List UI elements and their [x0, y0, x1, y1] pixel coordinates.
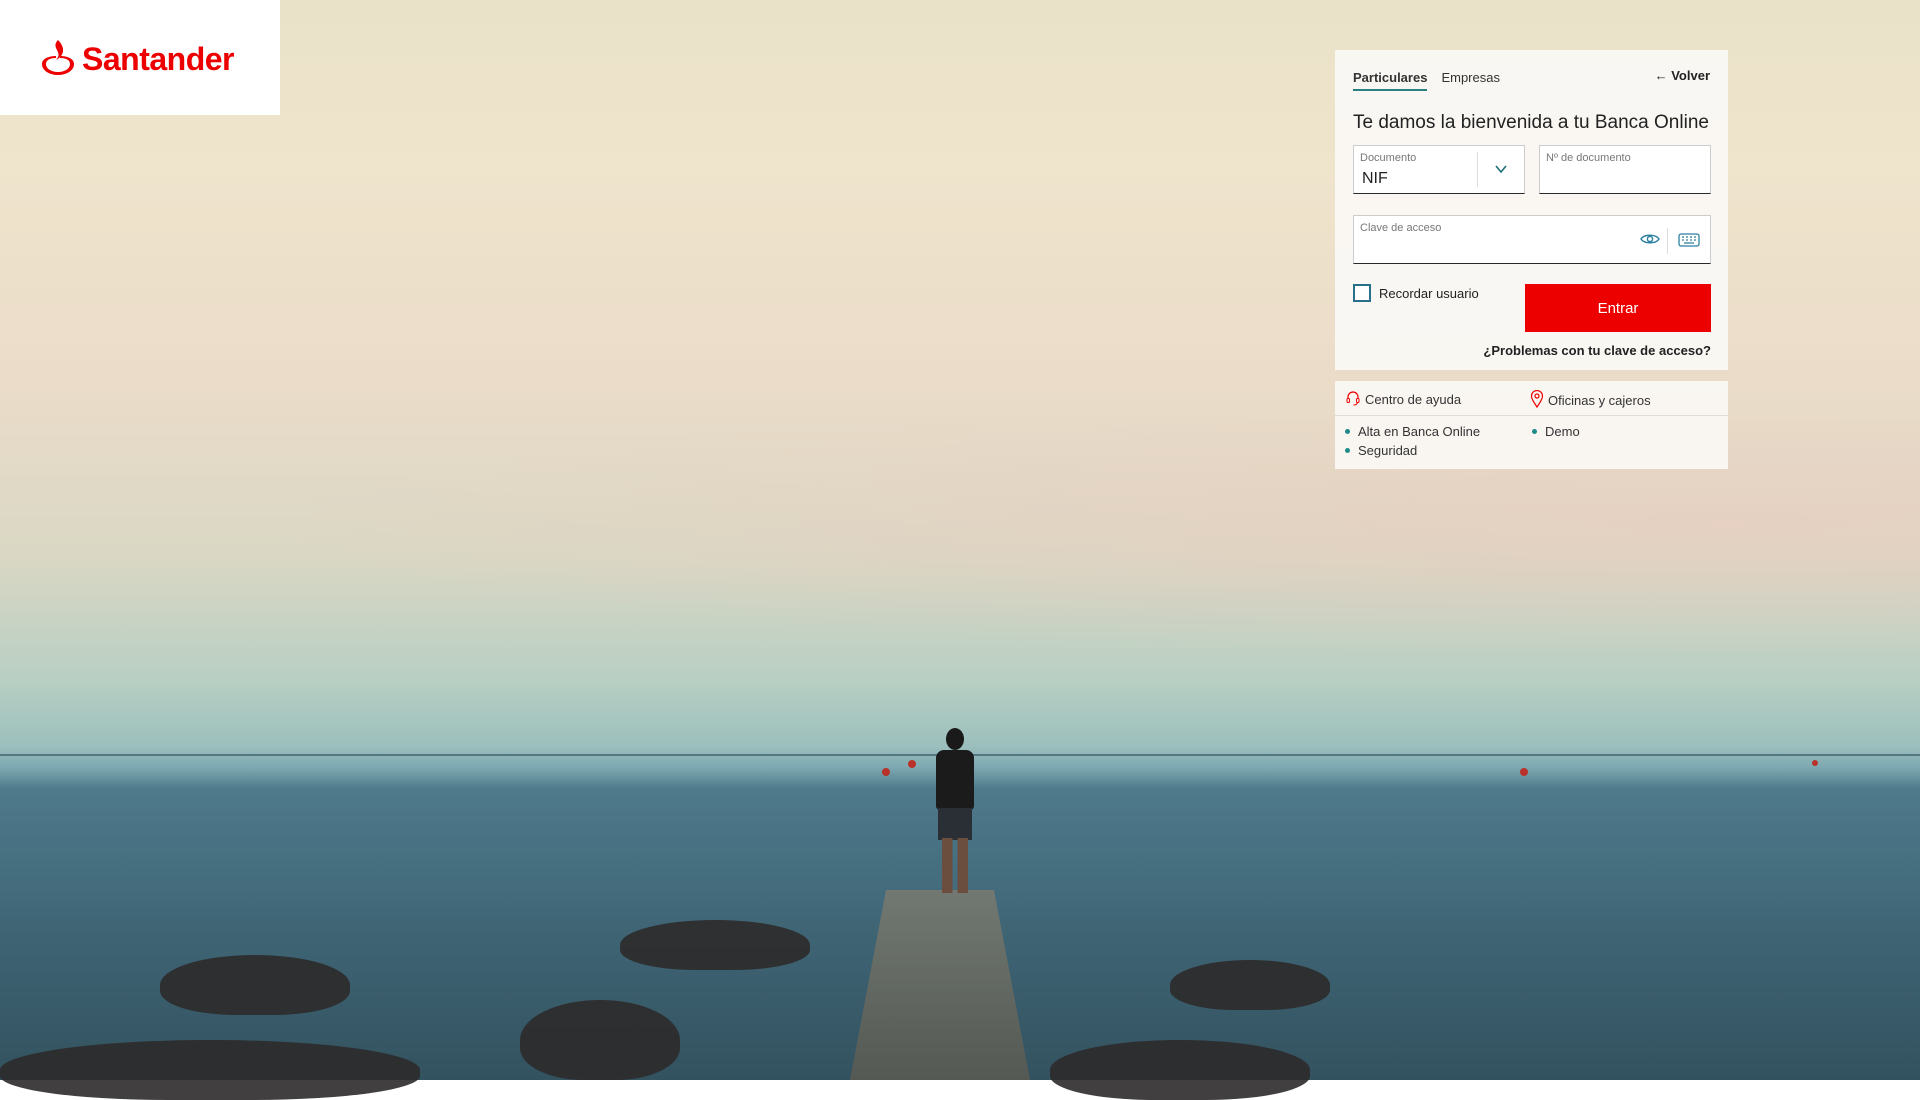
buoy	[1812, 760, 1818, 766]
rock	[620, 920, 810, 970]
signup-label: Alta en Banca Online	[1358, 424, 1481, 439]
password-field[interactable]: Clave de acceso	[1353, 215, 1711, 264]
rock	[520, 1000, 680, 1080]
signup-link[interactable]: Alta en Banca Online	[1345, 424, 1480, 439]
demo-label: Demo	[1545, 424, 1580, 439]
document-type-select[interactable]: Documento NIF	[1353, 145, 1525, 194]
back-link[interactable]: ← Volver	[1655, 68, 1710, 83]
document-number-label: Nº de documento	[1546, 152, 1631, 164]
login-button[interactable]: Entrar	[1525, 284, 1711, 332]
rock	[1170, 960, 1330, 1010]
welcome-title: Te damos la bienvenida a tu Banca Online	[1353, 112, 1709, 133]
remember-label: Recordar usuario	[1379, 285, 1479, 301]
offices-link[interactable]: Oficinas y cajeros	[1530, 389, 1651, 411]
person-silhouette	[928, 728, 982, 898]
offices-label: Oficinas y cajeros	[1548, 393, 1651, 408]
document-type-value: NIF	[1362, 170, 1388, 187]
tab-empresas[interactable]: Empresas	[1441, 70, 1500, 91]
help-center-link[interactable]: Centro de ayuda	[1345, 390, 1461, 409]
security-link[interactable]: Seguridad	[1345, 443, 1417, 458]
buoy	[1520, 768, 1528, 776]
brand-name: Santander	[82, 41, 234, 77]
rock	[160, 955, 350, 1015]
tab-particulares[interactable]: Particulares	[1353, 70, 1428, 91]
chevron-down-icon[interactable]	[1494, 162, 1508, 176]
help-center-label: Centro de ayuda	[1365, 392, 1462, 407]
headset-icon	[1345, 390, 1361, 409]
bullet-icon	[1345, 448, 1350, 453]
bullet-icon	[1532, 429, 1537, 434]
remember-user[interactable]: Recordar usuario	[1353, 284, 1479, 302]
santander-flame-icon	[40, 38, 76, 81]
login-panel: Particulares Empresas ← Volver Te damos …	[1335, 50, 1728, 370]
santander-logo[interactable]: Santander	[40, 38, 234, 81]
back-label: Volver	[1671, 68, 1710, 83]
help-links-top: Centro de ayuda Oficinas y cajeros	[1335, 381, 1728, 416]
remember-checkbox[interactable]	[1353, 284, 1371, 302]
password-label: Clave de acceso	[1360, 222, 1442, 234]
arrow-left-icon: ←	[1654, 68, 1668, 83]
eye-icon[interactable]	[1640, 232, 1660, 251]
security-label: Seguridad	[1358, 443, 1418, 458]
rock	[1050, 1040, 1310, 1100]
logo-area[interactable]: Santander	[0, 0, 280, 115]
password-problems-link[interactable]: ¿Problemas con tu clave de acceso?	[1483, 343, 1711, 358]
map-pin-icon	[1530, 389, 1544, 411]
document-type-label: Documento	[1360, 152, 1417, 164]
document-number-field[interactable]: Nº de documento	[1539, 145, 1711, 194]
buoy	[908, 760, 916, 768]
rock	[0, 1040, 420, 1100]
demo-link[interactable]: Demo	[1532, 424, 1580, 439]
keyboard-icon[interactable]	[1678, 233, 1700, 254]
buoy	[882, 768, 890, 776]
help-links-panel: Centro de ayuda Oficinas y cajeros Alta …	[1335, 381, 1728, 469]
bullet-icon	[1345, 429, 1350, 434]
customer-type-tabs: Particulares Empresas	[1353, 70, 1500, 91]
